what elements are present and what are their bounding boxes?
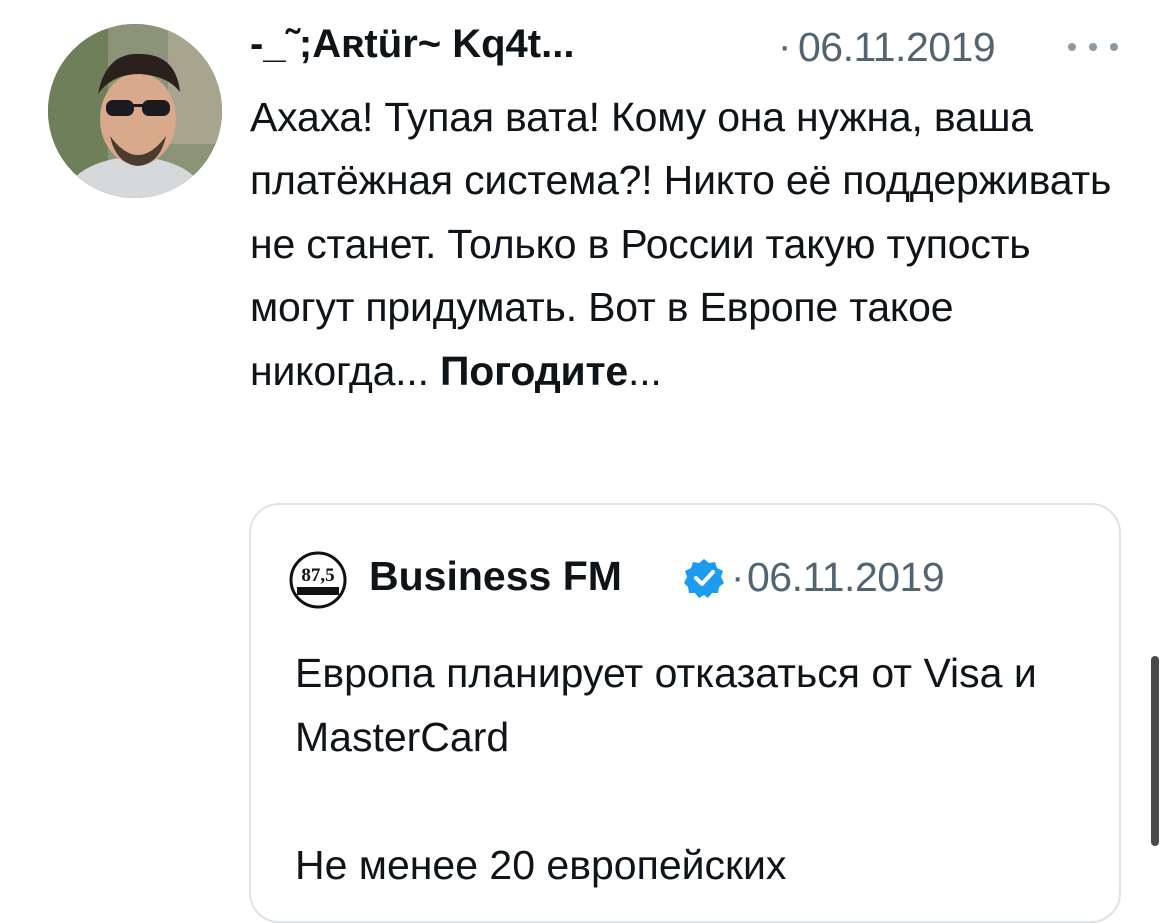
quoted-author-name[interactable]: Business FM [369, 553, 622, 600]
business-fm-logo-icon: 87,5 [289, 551, 347, 609]
scrollbar-thumb[interactable] [1151, 656, 1159, 846]
tweet-text-tail: ... [628, 347, 662, 394]
header-separator: · [778, 24, 792, 68]
tweet-text: Ахаха! Тупая вата! Кому она нужна, ваша … [250, 86, 1130, 403]
author-display-name[interactable]: -_˜;Aʀtür~ Kq4t... [250, 22, 574, 67]
quoted-separator: · [731, 555, 745, 599]
tweet-header: -_˜;Aʀtür~ Kq4t... · 06.11.2019 [250, 18, 1140, 76]
tweet-text-bold: Погодите [439, 347, 629, 394]
quoted-text-line2: Не менее 20 европейских [295, 842, 787, 888]
logo-text: 87,5 [301, 565, 334, 586]
quoted-tweet-card[interactable]: 87,5 Business FM · 06.11.2019 Европа пла… [249, 503, 1121, 923]
quoted-text: Европа планирует отказаться от Visa и Ma… [295, 641, 1095, 897]
verified-badge-icon [683, 557, 725, 599]
quoted-date[interactable]: 06.11.2019 [747, 554, 945, 601]
tweet-text-main: Ахаха! Тупая вата! Кому она нужна, ваша … [250, 94, 1112, 394]
quoted-text-line1: Европа планирует отказаться от Visa и Ma… [295, 650, 1037, 760]
author-avatar[interactable] [48, 24, 222, 198]
tweet-date[interactable]: 06.11.2019 [798, 24, 996, 71]
ellipsis-icon[interactable] [1068, 40, 1118, 54]
